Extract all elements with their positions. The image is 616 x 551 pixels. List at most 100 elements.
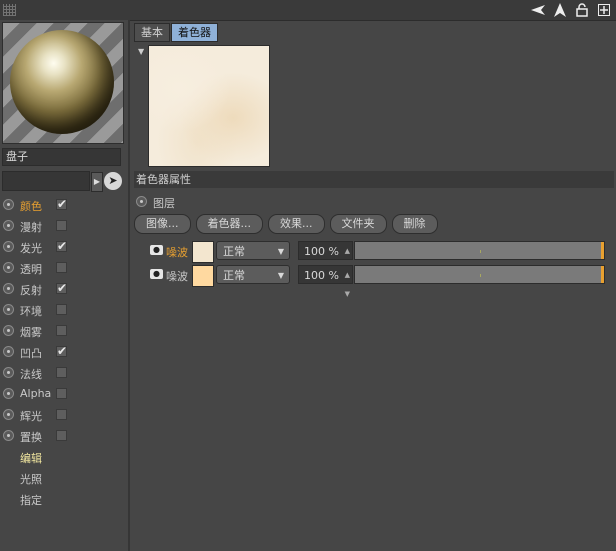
chevron-down-icon: ▼ bbox=[277, 247, 284, 256]
layer-name[interactable]: 噪波 bbox=[166, 244, 188, 260]
channel-row[interactable]: 凹凸 ✔ bbox=[0, 342, 126, 363]
slider-tick bbox=[479, 250, 481, 253]
layer-row[interactable]: ● 噪波 正常 ▼ 100 %▲▼ bbox=[148, 265, 608, 298]
channel-radio[interactable] bbox=[3, 199, 14, 210]
channel-radio[interactable] bbox=[3, 241, 14, 252]
attributes-panel: 基本 着色器 ▼ 着色器属性 图层 图像... 着色器... 效果... 文件夹… bbox=[130, 20, 616, 551]
slider-handle[interactable] bbox=[601, 266, 604, 283]
eye-icon[interactable]: ● bbox=[150, 269, 163, 279]
channel-checkbox[interactable] bbox=[56, 262, 67, 273]
add-icon[interactable] bbox=[596, 2, 612, 18]
sidebar-item-label: 编辑 bbox=[20, 452, 42, 465]
channel-row[interactable]: 漫射 bbox=[0, 216, 126, 237]
channel-row[interactable]: 透明 bbox=[0, 258, 126, 279]
sidebar-item-label: 指定 bbox=[20, 494, 42, 507]
search-input[interactable] bbox=[2, 171, 90, 191]
opacity-field[interactable]: 100 %▲▼ bbox=[298, 241, 353, 274]
blend-mode-select[interactable]: 正常 ▼ bbox=[216, 265, 290, 284]
material-sphere bbox=[10, 30, 114, 134]
delete-button[interactable]: 删除 bbox=[391, 214, 438, 234]
channel-checkbox[interactable] bbox=[56, 430, 67, 441]
material-name-field[interactable]: 盘子 bbox=[2, 148, 121, 166]
layer-thumbnail[interactable] bbox=[192, 265, 214, 287]
channel-checkbox[interactable] bbox=[56, 325, 67, 336]
pick-cursor-icon[interactable]: ➤ bbox=[104, 172, 122, 190]
opacity-slider[interactable] bbox=[354, 241, 605, 260]
channel-checkbox[interactable] bbox=[56, 220, 67, 231]
channel-label: 发光 bbox=[20, 242, 42, 255]
channel-radio[interactable] bbox=[3, 220, 14, 231]
tab-bar: 基本 着色器 bbox=[134, 23, 219, 42]
search-row: ▶ ➤ bbox=[2, 171, 126, 192]
blend-mode-value: 正常 bbox=[223, 269, 245, 282]
channel-checkbox[interactable] bbox=[56, 388, 67, 399]
opacity-slider[interactable] bbox=[354, 265, 605, 284]
eye-icon[interactable]: ● bbox=[150, 245, 163, 255]
blend-mode-value: 正常 bbox=[223, 245, 245, 258]
opacity-field[interactable]: 100 %▲▼ bbox=[298, 265, 353, 298]
slider-handle[interactable] bbox=[601, 242, 604, 259]
layer-thumbnail[interactable] bbox=[192, 241, 214, 263]
channel-row[interactable]: 烟雾 bbox=[0, 321, 126, 342]
arrow-up-icon[interactable] bbox=[552, 2, 568, 18]
sidebar-item-illumination[interactable]: 光照 bbox=[0, 468, 126, 489]
texture-preview[interactable] bbox=[148, 45, 270, 167]
channel-checkbox[interactable] bbox=[56, 304, 67, 315]
sidebar-item-assign[interactable]: 指定 bbox=[0, 489, 126, 510]
channel-checkbox[interactable] bbox=[56, 367, 67, 378]
channel-label: 烟雾 bbox=[20, 326, 42, 339]
folder-button[interactable]: 文件夹 bbox=[329, 214, 387, 234]
image-button[interactable]: 图像... bbox=[134, 214, 191, 234]
blend-mode-select[interactable]: 正常 ▼ bbox=[216, 241, 290, 260]
channel-row[interactable]: Alpha bbox=[0, 384, 126, 405]
spinner-icon[interactable]: ▲▼ bbox=[345, 266, 350, 304]
panel-grip-icon[interactable] bbox=[3, 4, 16, 16]
channel-row[interactable]: 颜色 ✔ bbox=[0, 195, 126, 216]
channel-label: 颜色 bbox=[20, 200, 42, 213]
channel-row[interactable]: 环境 bbox=[0, 300, 126, 321]
channel-label: 置换 bbox=[20, 431, 42, 444]
material-preview[interactable] bbox=[2, 22, 124, 144]
channel-row[interactable]: 辉光 bbox=[0, 405, 126, 426]
channel-checkbox[interactable]: ✔ bbox=[56, 282, 67, 294]
channel-radio[interactable] bbox=[3, 283, 14, 294]
channel-label: 凹凸 bbox=[20, 347, 42, 360]
channel-radio[interactable] bbox=[3, 388, 14, 399]
channel-checkbox[interactable]: ✔ bbox=[56, 240, 67, 252]
channel-radio[interactable] bbox=[3, 346, 14, 357]
channel-radio[interactable] bbox=[3, 409, 14, 420]
channel-checkbox[interactable]: ✔ bbox=[56, 198, 67, 210]
channel-label: 辉光 bbox=[20, 410, 42, 423]
tab-shader[interactable]: 着色器 bbox=[171, 23, 218, 42]
layer-row[interactable]: ● 噪波 正常 ▼ 100 %▲▼ bbox=[148, 241, 608, 274]
layer-radio[interactable] bbox=[136, 196, 147, 207]
channel-label: 环境 bbox=[20, 305, 42, 318]
section-header: 着色器属性 bbox=[134, 171, 614, 188]
channel-label: 法线 bbox=[20, 368, 42, 381]
channel-row[interactable]: 发光 ✔ bbox=[0, 237, 126, 258]
layer-radio-label: 图层 bbox=[153, 197, 175, 210]
channel-radio[interactable] bbox=[3, 430, 14, 441]
channel-radio[interactable] bbox=[3, 367, 14, 378]
lock-icon[interactable] bbox=[574, 2, 590, 18]
channel-checkbox[interactable]: ✔ bbox=[56, 345, 67, 357]
channel-row[interactable]: 法线 bbox=[0, 363, 126, 384]
sidebar-item-edit[interactable]: 编辑 bbox=[0, 447, 126, 468]
arrow-left-icon[interactable] bbox=[530, 2, 546, 18]
sidebar-item-label: 光照 bbox=[20, 473, 42, 486]
channel-radio[interactable] bbox=[3, 304, 14, 315]
channel-label: 反射 bbox=[20, 284, 42, 297]
channel-row[interactable]: 置换 bbox=[0, 426, 126, 447]
effect-button[interactable]: 效果... bbox=[268, 214, 325, 234]
channel-radio[interactable] bbox=[3, 262, 14, 273]
tab-basic[interactable]: 基本 bbox=[134, 23, 170, 42]
collapse-arrow-icon[interactable]: ▼ bbox=[138, 47, 144, 56]
channel-radio[interactable] bbox=[3, 325, 14, 336]
top-toolbar bbox=[0, 0, 616, 21]
channel-checkbox[interactable] bbox=[56, 409, 67, 420]
search-arrow-button[interactable]: ▶ bbox=[91, 172, 103, 192]
channel-row[interactable]: 反射 ✔ bbox=[0, 279, 126, 300]
channel-label: 漫射 bbox=[20, 221, 42, 234]
layer-name[interactable]: 噪波 bbox=[166, 268, 188, 284]
shader-button[interactable]: 着色器... bbox=[195, 214, 263, 234]
